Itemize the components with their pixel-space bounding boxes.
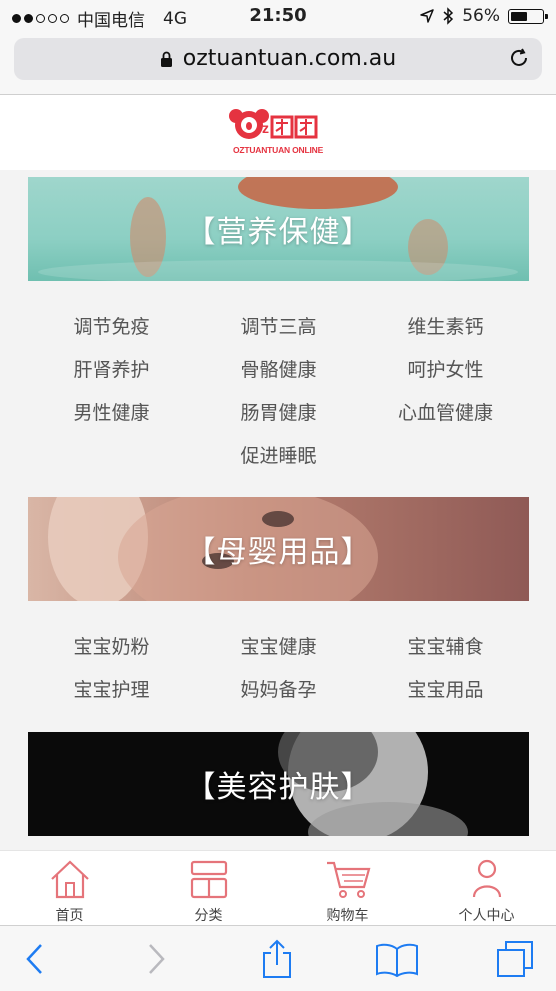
category-link[interactable]: 心血管健康	[362, 398, 529, 425]
site-logo[interactable]: z OZTUANTUAN ONLINE	[228, 107, 328, 159]
back-button[interactable]	[0, 926, 70, 991]
location-arrow-icon	[420, 9, 434, 23]
home-icon	[50, 860, 89, 899]
bottom-tab-bar: 首页 分类 购物车 个人中心	[0, 850, 556, 926]
reload-icon[interactable]	[508, 47, 530, 69]
tab-category[interactable]: 分类	[139, 851, 278, 926]
bookmarks-icon	[376, 943, 418, 977]
tab-cart[interactable]: 购物车	[278, 851, 417, 926]
category-link[interactable]: 呵护女性	[362, 355, 529, 382]
category-link[interactable]: 调节三高	[195, 312, 362, 339]
category-row: 肝肾养护 骨骼健康 呵护女性	[28, 355, 529, 385]
category-row: 调节免疫 调节三高 维生素钙	[28, 312, 529, 342]
tab-home[interactable]: 首页	[0, 851, 139, 926]
battery-percent: 56%	[462, 6, 500, 26]
category-link[interactable]: 宝宝奶粉	[28, 632, 195, 659]
tabs-button[interactable]	[480, 926, 550, 991]
logo-text: OZTUANTUAN ONLINE	[232, 145, 324, 155]
section-title: 【母婴用品】	[185, 535, 372, 570]
svg-text:z: z	[262, 120, 269, 136]
back-icon	[26, 943, 42, 974]
category-link[interactable]: 维生素钙	[362, 312, 529, 339]
category-link[interactable]: 促进睡眠	[195, 441, 362, 468]
category-link[interactable]: 调节免疫	[28, 312, 195, 339]
category-link[interactable]: 宝宝用品	[362, 675, 529, 702]
browser-toolbar	[0, 925, 556, 991]
category-link[interactable]: 妈妈备孕	[195, 675, 362, 702]
share-icon	[263, 939, 291, 978]
section-title: 【营养保健】	[185, 215, 372, 250]
category-link[interactable]: 肝肾养护	[28, 355, 195, 382]
category-link[interactable]: 宝宝护理	[28, 675, 195, 702]
url-field[interactable]: oztuantuan.com.au	[14, 38, 542, 80]
tab-label: 分类	[194, 908, 223, 924]
category-link[interactable]: 男性健康	[28, 398, 195, 425]
section-banner-beauty[interactable]: 【美容护肤】	[28, 732, 529, 836]
tab-profile[interactable]: 个人中心	[417, 851, 556, 926]
lock-icon	[160, 51, 172, 67]
cart-icon	[326, 861, 370, 898]
url-text: oztuantuan.com.au	[182, 46, 397, 71]
tabs-icon	[497, 940, 533, 977]
battery-icon	[508, 8, 548, 24]
koala-logo-icon: z	[229, 109, 318, 139]
category-row: 宝宝护理 妈妈备孕 宝宝用品	[28, 675, 529, 705]
category-row: 宝宝奶粉 宝宝健康 宝宝辅食	[28, 632, 529, 662]
browser-address-bar: oztuantuan.com.au	[0, 32, 556, 95]
category-row: 促进睡眠	[28, 441, 529, 471]
category-link[interactable]: 宝宝健康	[195, 632, 362, 659]
forward-button[interactable]	[121, 926, 191, 991]
category-link[interactable]: 宝宝辅食	[362, 632, 529, 659]
user-icon	[472, 859, 501, 898]
category-icon	[190, 860, 227, 899]
category-row: 男性健康 肠胃健康 心血管健康	[28, 398, 529, 428]
share-button[interactable]	[242, 926, 312, 991]
tab-label: 购物车	[326, 908, 369, 924]
bookmarks-button[interactable]	[362, 926, 432, 991]
forward-icon	[149, 943, 165, 974]
site-header: z OZTUANTUAN ONLINE	[0, 95, 556, 170]
section-title: 【美容护肤】	[185, 770, 372, 805]
tab-label: 个人中心	[458, 908, 515, 924]
status-bar: 中国电信 4G 21:50 56%	[0, 0, 556, 32]
tab-label: 首页	[55, 908, 84, 924]
category-link[interactable]: 骨骼健康	[195, 355, 362, 382]
bluetooth-icon	[443, 7, 454, 25]
section-banner-mother-baby[interactable]: 【母婴用品】	[28, 497, 529, 601]
category-link[interactable]: 肠胃健康	[195, 398, 362, 425]
section-banner-nutrition[interactable]: 【营养保健】	[28, 177, 529, 281]
